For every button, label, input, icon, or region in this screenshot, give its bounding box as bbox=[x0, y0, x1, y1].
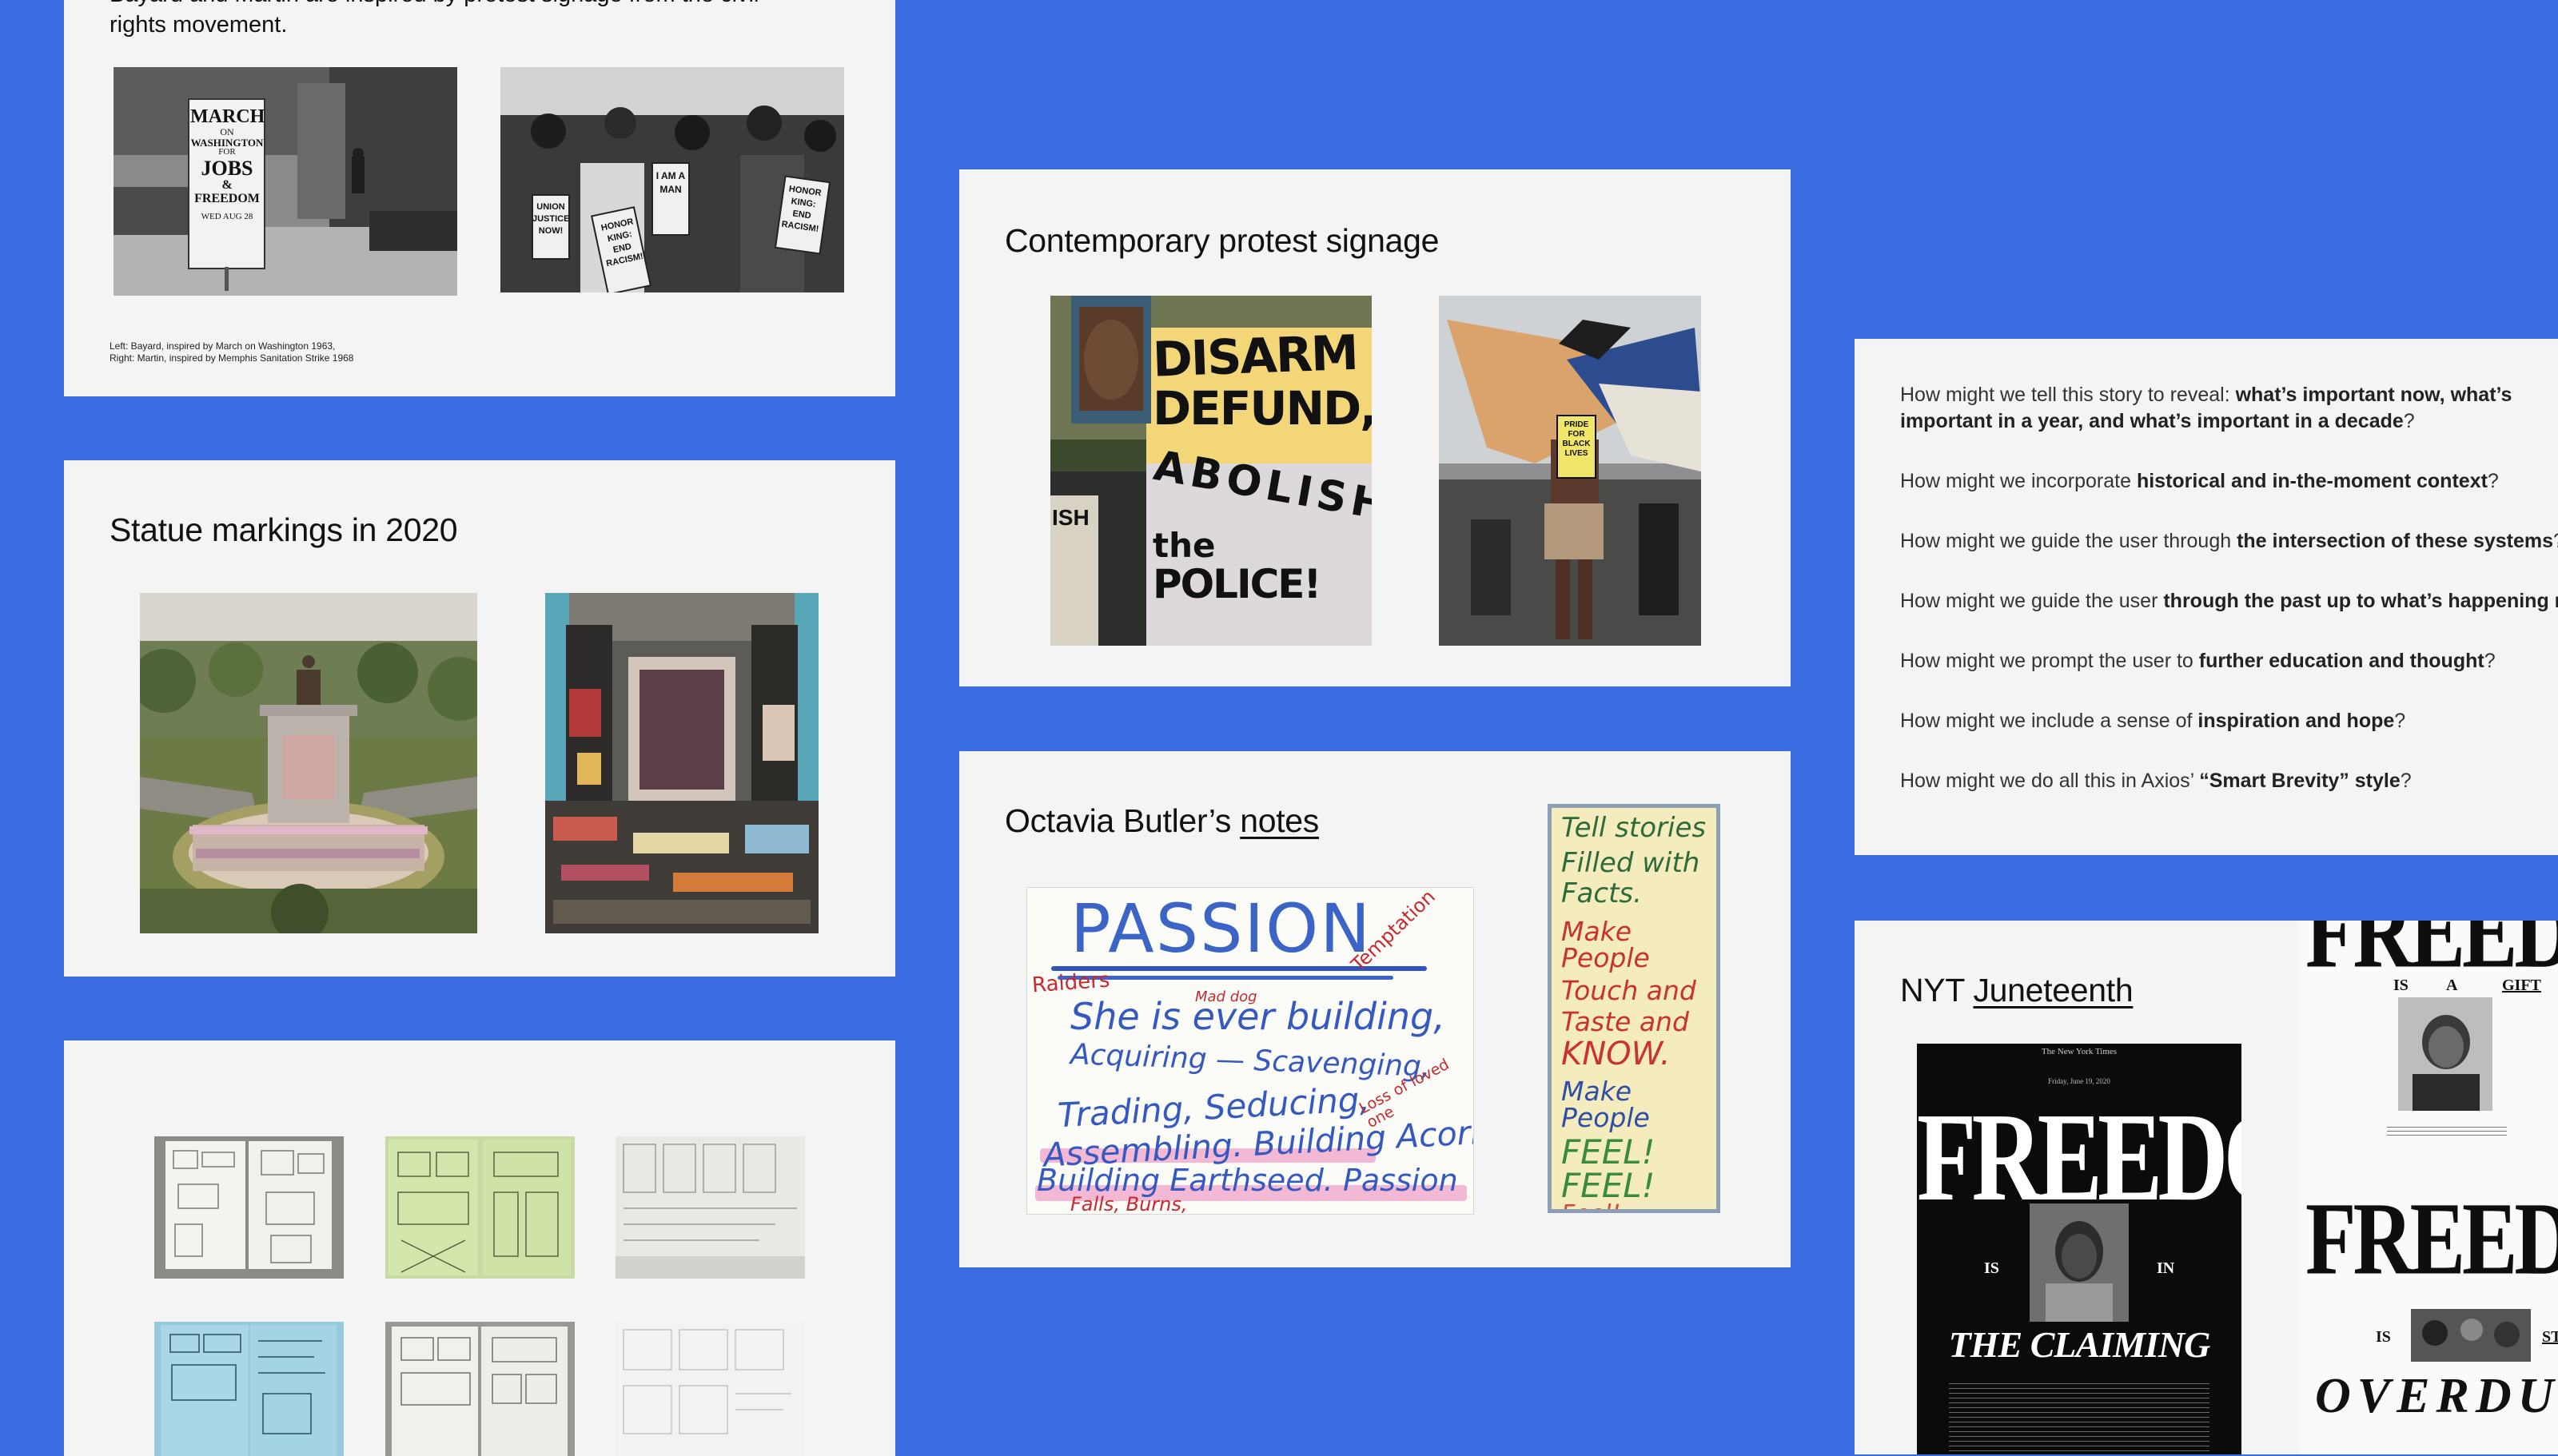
hmw-item: How might we guide the user through the … bbox=[1900, 590, 2558, 612]
sketch-3[interactable] bbox=[616, 1136, 805, 1279]
protest-card: Contemporary protest signage DISARM DEFU… bbox=[959, 169, 1791, 686]
sign-honor-king-2: HONOR KING: END RACISM! bbox=[780, 184, 823, 235]
spread-caption-lines bbox=[2387, 1124, 2507, 1138]
hmw-item: How might we tell this story to reveal: … bbox=[1900, 384, 2512, 432]
passion-headline: PASSION bbox=[1070, 889, 1373, 968]
child-portrait bbox=[2030, 1203, 2129, 1322]
spread-photo-strip bbox=[2411, 1309, 2531, 1362]
note-line-1: She is ever building, bbox=[1070, 995, 1445, 1038]
intro-text: Bayard and Martin are inspired by protes… bbox=[110, 0, 759, 38]
spread-is: IS bbox=[2393, 977, 2409, 994]
sketch-6[interactable] bbox=[616, 1322, 805, 1456]
cover-in: IN bbox=[2157, 1259, 2175, 1277]
notes-link[interactable]: notes bbox=[1240, 802, 1319, 839]
cover-is: IS bbox=[1984, 1259, 1999, 1277]
butler-notes-card: Octavia Butler’s notes PASSION Raiders M… bbox=[959, 751, 1791, 1267]
sketch-4[interactable] bbox=[154, 1322, 344, 1456]
nyt-juneteenth-card: NYT Juneteenth The New York Times Friday… bbox=[1855, 921, 2558, 1454]
tell-stories-text: Tell stories Filled with Facts. Make Peo… bbox=[1561, 812, 1707, 1209]
hmw-item: How might we do all this in Axios’ “Smar… bbox=[1900, 770, 2412, 792]
sketch-1[interactable] bbox=[154, 1136, 344, 1279]
spread-a: A bbox=[2446, 977, 2458, 994]
statue-aerial-photo[interactable] bbox=[140, 593, 477, 933]
spread-portrait bbox=[2398, 997, 2492, 1111]
pride-sign-text: PRIDE FOR BLACK LIVES bbox=[1562, 420, 1591, 458]
passion-note: PASSION Raiders Mad dog Temptation She i… bbox=[1026, 887, 1474, 1215]
statue-title: Statue markings in 2020 bbox=[110, 511, 458, 548]
nyt-masthead: The New York Times bbox=[2041, 1047, 2118, 1056]
spread-is-2: IS bbox=[2376, 1328, 2391, 1346]
march-on-washington-photo: MARCH ON WASHINGTON FOR JOBS & FREEDOM W… bbox=[114, 67, 457, 296]
cover-claiming: THE CLAIMING bbox=[1948, 1324, 2211, 1365]
note-line-6: Falls, Burns, bbox=[1070, 1193, 1188, 1215]
hmw-item: How might we include a sense of inspirat… bbox=[1900, 710, 2406, 732]
disarm-defund-sign-photo: DISARM DEFUND, ABOLISH the POLICE! ISH bbox=[1050, 296, 1372, 646]
nyt-inside-spread: FREEDOM IS A GIFT FREEDOM IS STILL OVERD… bbox=[2299, 921, 2558, 1454]
hmw-item: How might we guide the user through the … bbox=[1900, 530, 2558, 552]
raiders-text: Raiders bbox=[1031, 968, 1111, 998]
tell-stories-note: Tell stories Filled with Facts. Make Peo… bbox=[1548, 804, 1720, 1213]
civil-rights-card: Bayard and Martin are inspired by protes… bbox=[64, 0, 895, 396]
pride-for-black-lives-photo: PRIDE FOR BLACK LIVES bbox=[1439, 296, 1701, 646]
nyt-date: Friday, June 19, 2020 bbox=[2048, 1077, 2110, 1085]
spread-overdue: OVERDUE bbox=[2315, 1369, 2558, 1423]
spread-headline-mid: FREEDOM bbox=[2305, 1181, 2558, 1297]
juneteenth-link[interactable]: Juneteenth bbox=[1973, 972, 2133, 1008]
statue-card: Statue markings in 2020 bbox=[64, 460, 895, 977]
sketches-card bbox=[64, 1040, 895, 1456]
hmw-item: How might we incorporate historical and … bbox=[1900, 470, 2499, 492]
protest-title: Contemporary protest signage bbox=[1005, 222, 1440, 259]
cover-body-text bbox=[1949, 1379, 2209, 1451]
nyt-cover: The New York Times Friday, June 19, 2020… bbox=[1917, 1044, 2241, 1454]
hmw-item: How might we prompt the user to further … bbox=[1900, 650, 2496, 672]
photo-caption: Left: Bayard, inspired by March on Washi… bbox=[110, 340, 354, 364]
march-sign-text: MARCH ON WASHINGTON FOR JOBS & FREEDOM W… bbox=[190, 106, 265, 221]
sign-union-justice: UNION JUSTICE NOW! bbox=[532, 202, 570, 236]
note-line-2: Acquiring — Scavenging, bbox=[1070, 1038, 1431, 1084]
graffiti-pedestal-photo[interactable] bbox=[545, 593, 819, 933]
nyt-title: NYT Juneteenth bbox=[1900, 972, 2134, 1008]
spread-gift: GIFT bbox=[2502, 977, 2541, 994]
sketch-2[interactable] bbox=[385, 1136, 575, 1279]
sketch-5[interactable] bbox=[385, 1322, 575, 1456]
side-sign-text: ISH bbox=[1052, 505, 1090, 530]
memphis-strike-photo: UNION JUSTICE NOW! HONOR KING: END RACIS… bbox=[500, 67, 844, 292]
how-might-we-card: How might we tell this story to reveal: … bbox=[1855, 339, 2558, 855]
disarm-sign-text: DISARM DEFUND, ABOLISH the POLICE! bbox=[1150, 324, 1372, 607]
hmw-list: How might we tell this story to reveal: … bbox=[1900, 382, 2558, 828]
butler-title: Octavia Butler’s notes bbox=[1005, 802, 1319, 839]
spread-still: STILL bbox=[2542, 1328, 2558, 1346]
sign-i-am-a-man: I AM A MAN bbox=[655, 170, 686, 195]
